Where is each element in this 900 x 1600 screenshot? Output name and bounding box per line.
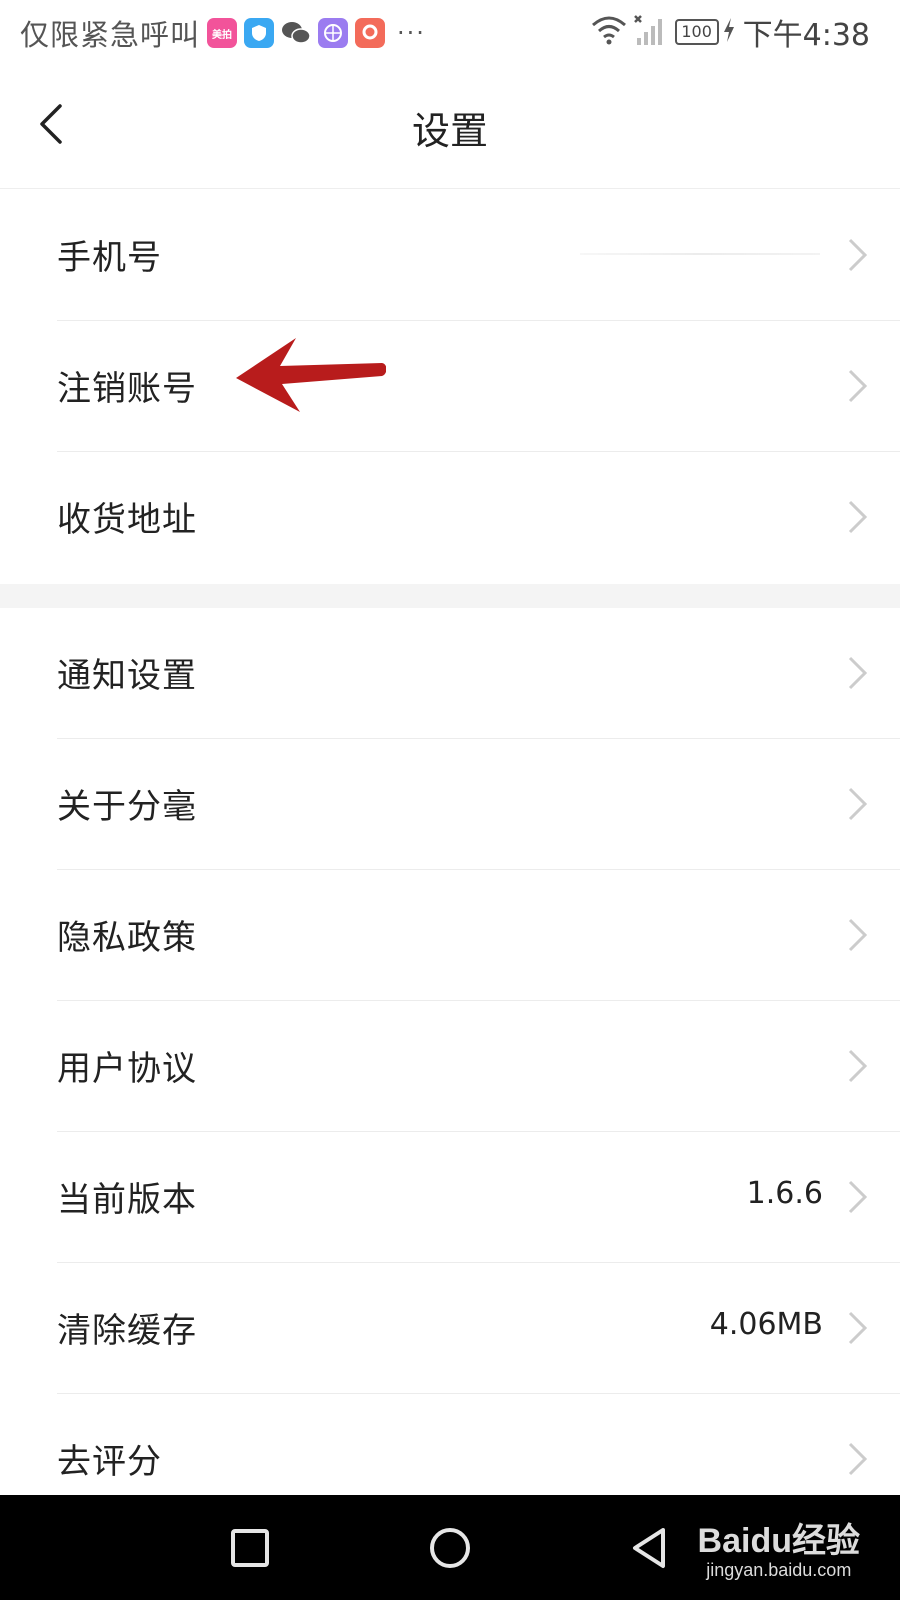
chevron-right-icon <box>848 1049 868 1083</box>
masked-phone-value <box>580 253 820 255</box>
settings-item-label: 隐私政策 <box>57 918 197 958</box>
settings-item-delete-account[interactable]: 注销账号 <box>57 321 900 452</box>
watermark-url: jingyan.baidu.com <box>706 1560 852 1580</box>
header-divider <box>0 188 900 189</box>
annotation-arrow-icon <box>236 338 386 412</box>
back-icon <box>633 1528 665 1568</box>
battery-icon: 100 <box>674 19 719 45</box>
version-value: 1.6.6 <box>746 1176 823 1211</box>
cache-size-value: 4.06MB <box>709 1307 823 1342</box>
settings-item-about[interactable]: 关于分毫 <box>57 739 900 870</box>
chevron-right-icon <box>848 500 868 534</box>
chevron-right-icon <box>848 787 868 821</box>
account-settings-group: 手机号 注销账号 收货地址 <box>0 190 900 582</box>
charging-icon <box>723 17 735 47</box>
settings-item-label: 收货地址 <box>57 500 197 540</box>
status-bar: 仅限紧急呼叫 美拍 ··· 100 下午4:38 <box>0 0 900 62</box>
home-button[interactable] <box>425 1523 475 1573</box>
settings-item-clear-cache[interactable]: 清除缓存 4.06MB <box>57 1263 900 1394</box>
meipai-icon: 美拍 <box>207 18 238 48</box>
settings-item-version[interactable]: 当前版本 1.6.6 <box>57 1132 900 1263</box>
settings-item-privacy-policy[interactable]: 隐私政策 <box>57 870 900 1001</box>
settings-item-label: 通知设置 <box>57 656 197 696</box>
settings-item-user-agreement[interactable]: 用户协议 <box>57 1001 900 1132</box>
home-icon <box>430 1528 470 1568</box>
settings-item-notifications[interactable]: 通知设置 <box>57 608 900 739</box>
shield-app-icon <box>244 18 275 48</box>
wechat-icon <box>281 18 311 48</box>
browser-app-icon <box>318 18 349 48</box>
chevron-right-icon <box>848 1180 868 1214</box>
status-bar-right: 100 下午4:38 <box>591 10 870 54</box>
settings-item-label: 去评分 <box>57 1442 162 1482</box>
settings-item-label: 注销账号 <box>57 369 197 409</box>
settings-item-label: 手机号 <box>57 238 162 278</box>
settings-item-label: 用户协议 <box>57 1049 197 1089</box>
settings-item-shipping-address[interactable]: 收货地址 <box>57 452 900 582</box>
more-notifications-icon: ··· <box>397 19 426 47</box>
recent-apps-button[interactable] <box>225 1523 275 1573</box>
chevron-right-icon <box>848 1311 868 1345</box>
watermark-logo: Baidu经验 <box>697 1522 860 1560</box>
navigation-bar: Baidu经验 jingyan.baidu.com <box>0 1495 900 1600</box>
baidu-watermark: Baidu经验 jingyan.baidu.com <box>698 1513 860 1581</box>
chevron-right-icon <box>848 369 868 403</box>
header: 设置 <box>0 62 900 189</box>
section-divider <box>0 584 900 608</box>
settings-item-label: 当前版本 <box>57 1180 197 1220</box>
settings-item-label: 清除缓存 <box>57 1311 197 1351</box>
settings-item-label: 关于分毫 <box>57 787 197 827</box>
chevron-right-icon <box>848 1442 868 1476</box>
chevron-right-icon <box>848 918 868 952</box>
general-settings-group: 通知设置 关于分毫 隐私政策 用户协议 当前版本 1.6.6 清除缓存 4.06… <box>0 608 900 1524</box>
settings-item-phone[interactable]: 手机号 <box>57 190 900 321</box>
wifi-icon <box>591 15 627 49</box>
nav-back-button[interactable] <box>625 1523 675 1573</box>
carrier-text: 仅限紧急呼叫 <box>20 18 201 52</box>
app-icon <box>355 18 386 48</box>
status-bar-left: 仅限紧急呼叫 美拍 ··· <box>20 12 426 54</box>
signal-icon <box>633 14 663 50</box>
chevron-right-icon <box>848 238 868 272</box>
chevron-right-icon <box>848 656 868 690</box>
clock: 下午4:38 <box>742 18 870 53</box>
recent-apps-icon <box>231 1529 269 1567</box>
page-title: 设置 <box>411 109 488 153</box>
